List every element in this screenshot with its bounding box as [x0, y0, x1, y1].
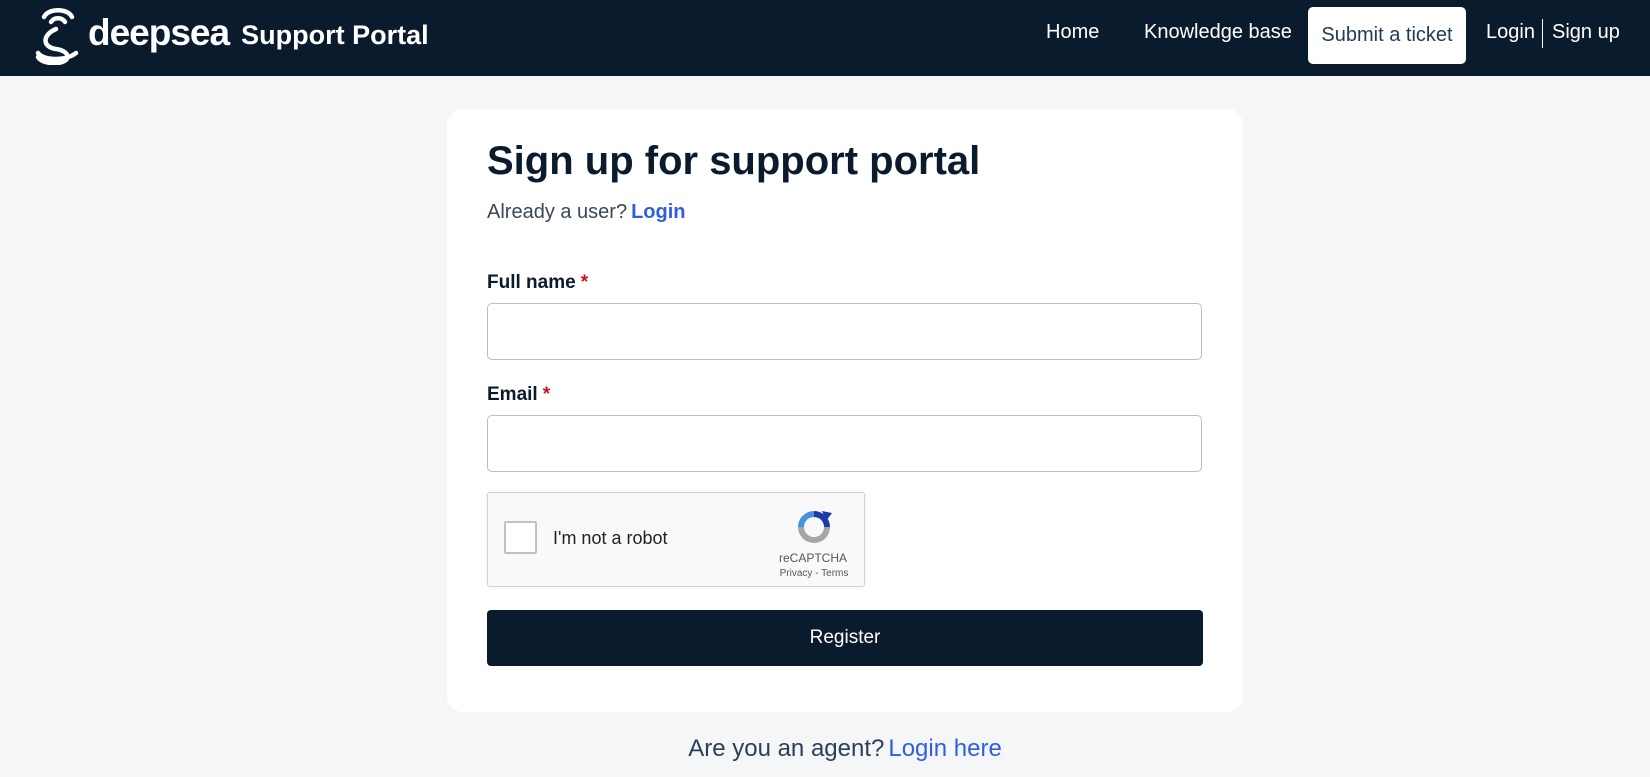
- agent-login-link[interactable]: Login here: [888, 735, 1001, 762]
- email-label: Email *: [487, 384, 550, 406]
- brand-wordmark: deepsea: [88, 11, 230, 53]
- already-user-text: Already a user?: [487, 201, 628, 223]
- recaptcha-logo-icon: [798, 511, 832, 543]
- register-button[interactable]: Register: [487, 610, 1203, 666]
- full-name-label-text: Full name: [487, 272, 576, 293]
- recaptcha-privacy-terms[interactable]: Privacy - Terms: [764, 568, 864, 579]
- nav-signup-link[interactable]: Sign up: [1552, 21, 1620, 44]
- email-label-text: Email: [487, 384, 538, 405]
- recaptcha-brand: reCAPTCHA: [778, 551, 847, 565]
- required-marker: *: [580, 272, 589, 293]
- nav-knowledge-base-link[interactable]: Knowledge base: [1144, 21, 1292, 44]
- required-marker: *: [542, 384, 551, 405]
- brand-logo[interactable]: deepsea Support Portal: [34, 2, 429, 66]
- recaptcha-checkbox[interactable]: [504, 521, 537, 554]
- login-link[interactable]: Login: [631, 201, 685, 223]
- deepsea-logo-icon: [35, 8, 79, 65]
- recaptcha-widget: I'm not a robot reCAPTCHA Privacy - Term…: [487, 492, 865, 587]
- nav-home-link[interactable]: Home: [1046, 21, 1099, 44]
- nav-login-link[interactable]: Login: [1486, 21, 1535, 44]
- signup-card: Sign up for support portal Already a use…: [447, 109, 1243, 712]
- brand-portal-title: Support Portal: [241, 19, 429, 50]
- email-field[interactable]: [487, 415, 1202, 472]
- recaptcha-label: I'm not a robot: [553, 528, 668, 548]
- nav-divider: [1542, 19, 1543, 48]
- page-title: Sign up for support portal: [487, 139, 981, 183]
- top-navigation-bar: deepsea Support Portal Home Knowledge ba…: [0, 0, 1650, 76]
- agent-question: Are you an agent?: [688, 735, 885, 762]
- full-name-label: Full name *: [487, 272, 588, 294]
- full-name-field[interactable]: [487, 303, 1202, 360]
- submit-ticket-button[interactable]: Submit a ticket: [1308, 7, 1466, 64]
- already-user-line: Already a user? Login: [487, 201, 686, 224]
- agent-login-line: Are you an agent? Login here: [0, 735, 1650, 763]
